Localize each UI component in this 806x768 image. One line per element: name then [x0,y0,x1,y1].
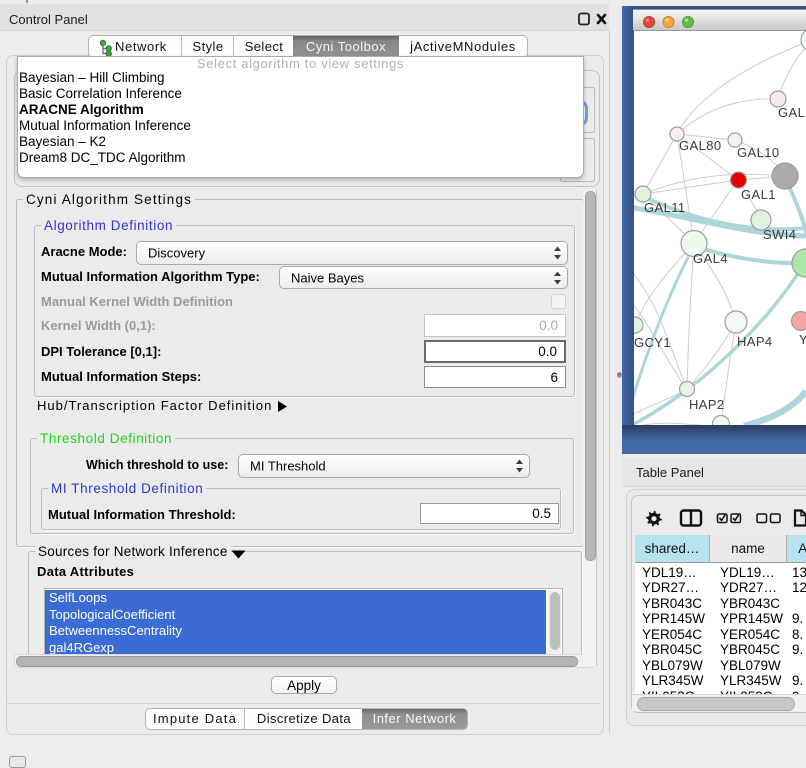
svg-text:GAL2: GAL2 [778,105,806,120]
svg-text:GAL1: GAL1 [741,187,776,202]
svg-text:HAP2: HAP2 [689,397,725,412]
svg-text:YEL0: YEL0 [799,332,806,347]
svg-text:GAL11: GAL11 [644,200,686,215]
svg-text:GAL80: GAL80 [679,138,721,153]
svg-text:GAL4: GAL4 [693,251,728,266]
svg-text:SWI4: SWI4 [763,227,796,242]
svg-text:HAP4: HAP4 [737,334,773,349]
svg-text:GCY1: GCY1 [634,335,671,350]
svg-text:GAL10: GAL10 [737,145,779,160]
